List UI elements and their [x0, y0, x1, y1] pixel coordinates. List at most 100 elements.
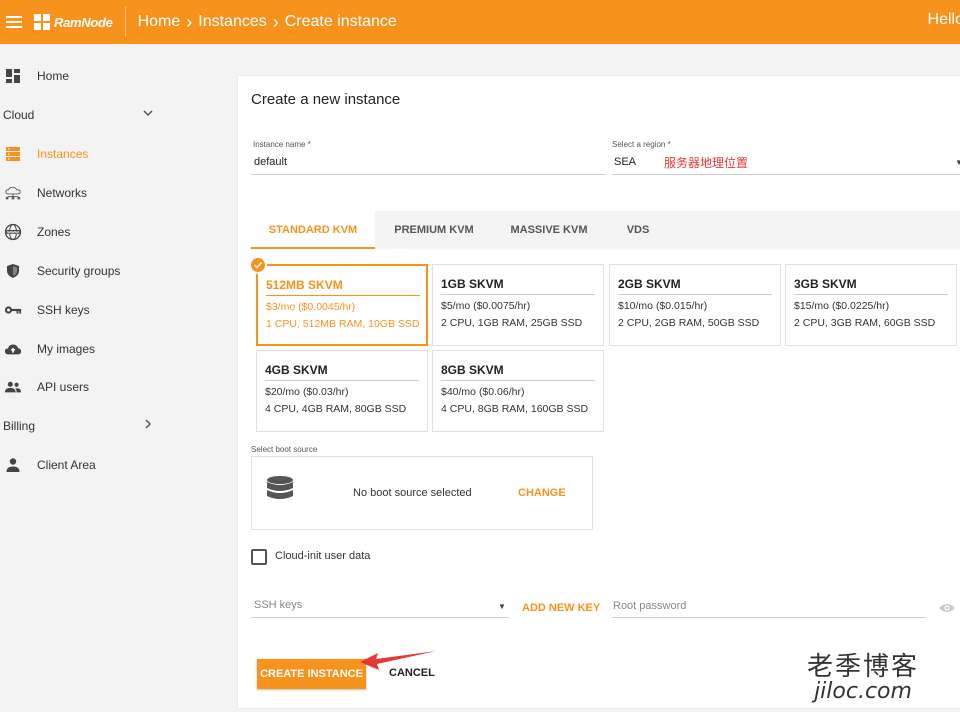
top-bar: RamNode Home › Instances › Create instan… [0, 0, 960, 44]
root-password-input[interactable]: Root password [613, 600, 686, 612]
plan-card-512mb[interactable]: 512MB SKVM $3/mo ($0.0045/hr) 1 CPU, 512… [256, 264, 428, 346]
sidebar-item-my-images[interactable]: My images [0, 337, 165, 361]
chevron-right-icon [142, 417, 154, 433]
annotation-arrow-icon [360, 651, 436, 670]
sidebar-item-label: API users [37, 380, 90, 394]
plan-spec: 2 CPU, 3GB RAM, 60GB SSD [794, 317, 936, 329]
plan-name: 3GB SKVM [794, 277, 857, 291]
caret-down-icon[interactable]: ▼ [498, 602, 506, 611]
ssh-keys-underline [251, 617, 509, 618]
sidebar-item-networks[interactable]: Networks [0, 181, 165, 205]
page-title: Create a new instance [251, 91, 401, 108]
cloud-upload-icon [4, 340, 22, 358]
key-icon [4, 301, 22, 319]
boot-source-box: No boot source selected CHANGE [251, 456, 593, 530]
plan-card-1gb[interactable]: 1GB SKVM $5/mo ($0.0075/hr) 2 CPU, 1GB R… [432, 264, 604, 346]
plan-divider [618, 294, 772, 295]
plan-spec: 1 CPU, 512MB RAM, 10GB SSD [266, 318, 420, 330]
sidebar-item-security-groups[interactable]: Security groups [0, 259, 165, 283]
tab-massive-kvm[interactable]: MASSIVE KVM [497, 211, 601, 249]
chevron-down-icon [142, 106, 154, 122]
sidebar-item-zones[interactable]: WWW Zones [0, 220, 165, 244]
boot-source-status: No boot source selected [353, 487, 472, 499]
tab-standard-kvm[interactable]: STANDARD KVM [251, 211, 375, 249]
check-icon [249, 256, 267, 274]
sidebar-item-label: Instances [37, 147, 89, 161]
plan-spec: 2 CPU, 2GB RAM, 50GB SSD [618, 317, 760, 329]
breadcrumb: Home › Instances › Create instance [138, 12, 397, 33]
logo[interactable]: RamNode [34, 14, 113, 30]
region-underline [612, 174, 960, 175]
chevron-right-icon: › [186, 11, 193, 32]
breadcrumb-instances[interactable]: Instances [198, 13, 266, 31]
plan-name: 4GB SKVM [265, 363, 328, 377]
network-icon [4, 184, 22, 202]
cloud-init-label: Cloud-init user data [275, 550, 371, 562]
sidebar-item-client-area[interactable]: Client Area [0, 453, 165, 477]
breadcrumb-current: Create instance [284, 13, 397, 30]
sidebar-item-instances[interactable]: Instances [0, 142, 165, 166]
plan-card-8gb[interactable]: 8GB SKVM $40/mo ($0.06/hr) 4 CPU, 8GB RA… [432, 350, 604, 432]
sidebar-section-cloud[interactable]: Cloud [3, 108, 158, 122]
plan-name: 2GB SKVM [618, 277, 681, 291]
plan-price: $40/mo ($0.06/hr) [441, 386, 525, 398]
sidebar-item-label: Networks [37, 186, 88, 200]
plan-price: $15/mo ($0.0225/hr) [794, 300, 890, 312]
plan-card-4gb[interactable]: 4GB SKVM $20/mo ($0.03/hr) 4 CPU, 4GB RA… [256, 350, 428, 432]
plan-price: $5/mo ($0.0075/hr) [441, 300, 531, 312]
boot-source-label: Select boot source [251, 445, 318, 454]
plan-card-2gb[interactable]: 2GB SKVM $10/mo ($0.015/hr) 2 CPU, 2GB R… [609, 264, 781, 346]
root-password-underline [612, 617, 926, 618]
tab-premium-kvm[interactable]: PREMIUM KVM [381, 211, 487, 249]
sidebar-item-label: Zones [37, 225, 71, 239]
logo-icon [34, 14, 50, 30]
svg-text:WWW: WWW [7, 230, 19, 234]
breadcrumb-home[interactable]: Home [138, 13, 181, 31]
globe-icon: WWW [4, 223, 22, 241]
instance-name-label: Instance name * [253, 140, 311, 149]
region-select[interactable]: SEA [614, 156, 636, 168]
server-icon [4, 145, 22, 163]
plan-name: 8GB SKVM [441, 363, 504, 377]
plan-spec: 4 CPU, 8GB RAM, 160GB SSD [441, 403, 589, 415]
create-instance-button[interactable]: CREATE INSTANCE [257, 659, 366, 689]
eye-icon[interactable] [938, 601, 956, 619]
tab-vds[interactable]: VDS [613, 211, 663, 249]
cloud-init-checkbox[interactable] [251, 549, 267, 565]
sidebar-item-label: SSH keys [37, 303, 90, 317]
create-instance-card: Create a new instance Instance name * de… [238, 76, 960, 708]
user-greeting[interactable]: Hello [928, 11, 960, 29]
region-annotation: 服务器地理位置 [664, 156, 749, 170]
instance-name-input[interactable]: default [254, 156, 287, 168]
dashboard-icon [4, 67, 22, 85]
sidebar-item-api-users[interactable]: API users [0, 375, 165, 399]
plan-spec: 4 CPU, 4GB RAM, 80GB SSD [265, 403, 407, 415]
sidebar-section-label: Billing [3, 419, 36, 433]
users-icon [4, 378, 22, 396]
ssh-keys-select[interactable]: SSH keys [254, 599, 302, 611]
add-new-key-button[interactable]: ADD NEW KEY [522, 602, 600, 614]
caret-down-icon[interactable]: ▼ [955, 158, 960, 167]
plan-divider [265, 380, 419, 381]
plan-spec: 2 CPU, 1GB RAM, 25GB SSD [441, 317, 583, 329]
plan-divider [441, 380, 595, 381]
sidebar-section-label: Cloud [3, 108, 35, 122]
menu-icon[interactable] [6, 16, 22, 28]
plan-price: $20/mo ($0.03/hr) [265, 386, 349, 398]
plan-card-3gb[interactable]: 3GB SKVM $15/mo ($0.0225/hr) 2 CPU, 3GB … [785, 264, 957, 346]
sidebar-item-home[interactable]: Home [0, 64, 165, 88]
logo-text: RamNode [54, 14, 113, 30]
plan-divider [441, 294, 595, 295]
change-boot-source-button[interactable]: CHANGE [518, 487, 566, 499]
person-icon [4, 456, 22, 474]
plan-tabs: STANDARD KVM PREMIUM KVM MASSIVE KVM VDS [251, 211, 960, 249]
watermark-cn: 老季博客 [806, 652, 919, 682]
watermark-en: jiloc.com [814, 679, 912, 704]
plan-name: 512MB SKVM [266, 278, 343, 292]
sidebar-item-ssh-keys[interactable]: SSH keys [0, 298, 165, 322]
watermark: 老季博客 jiloc.com [798, 652, 928, 704]
plan-name: 1GB SKVM [441, 277, 504, 291]
sidebar-item-label: Home [37, 69, 70, 83]
region-label: Select a region * [612, 140, 671, 149]
sidebar-section-billing[interactable]: Billing [3, 419, 158, 433]
